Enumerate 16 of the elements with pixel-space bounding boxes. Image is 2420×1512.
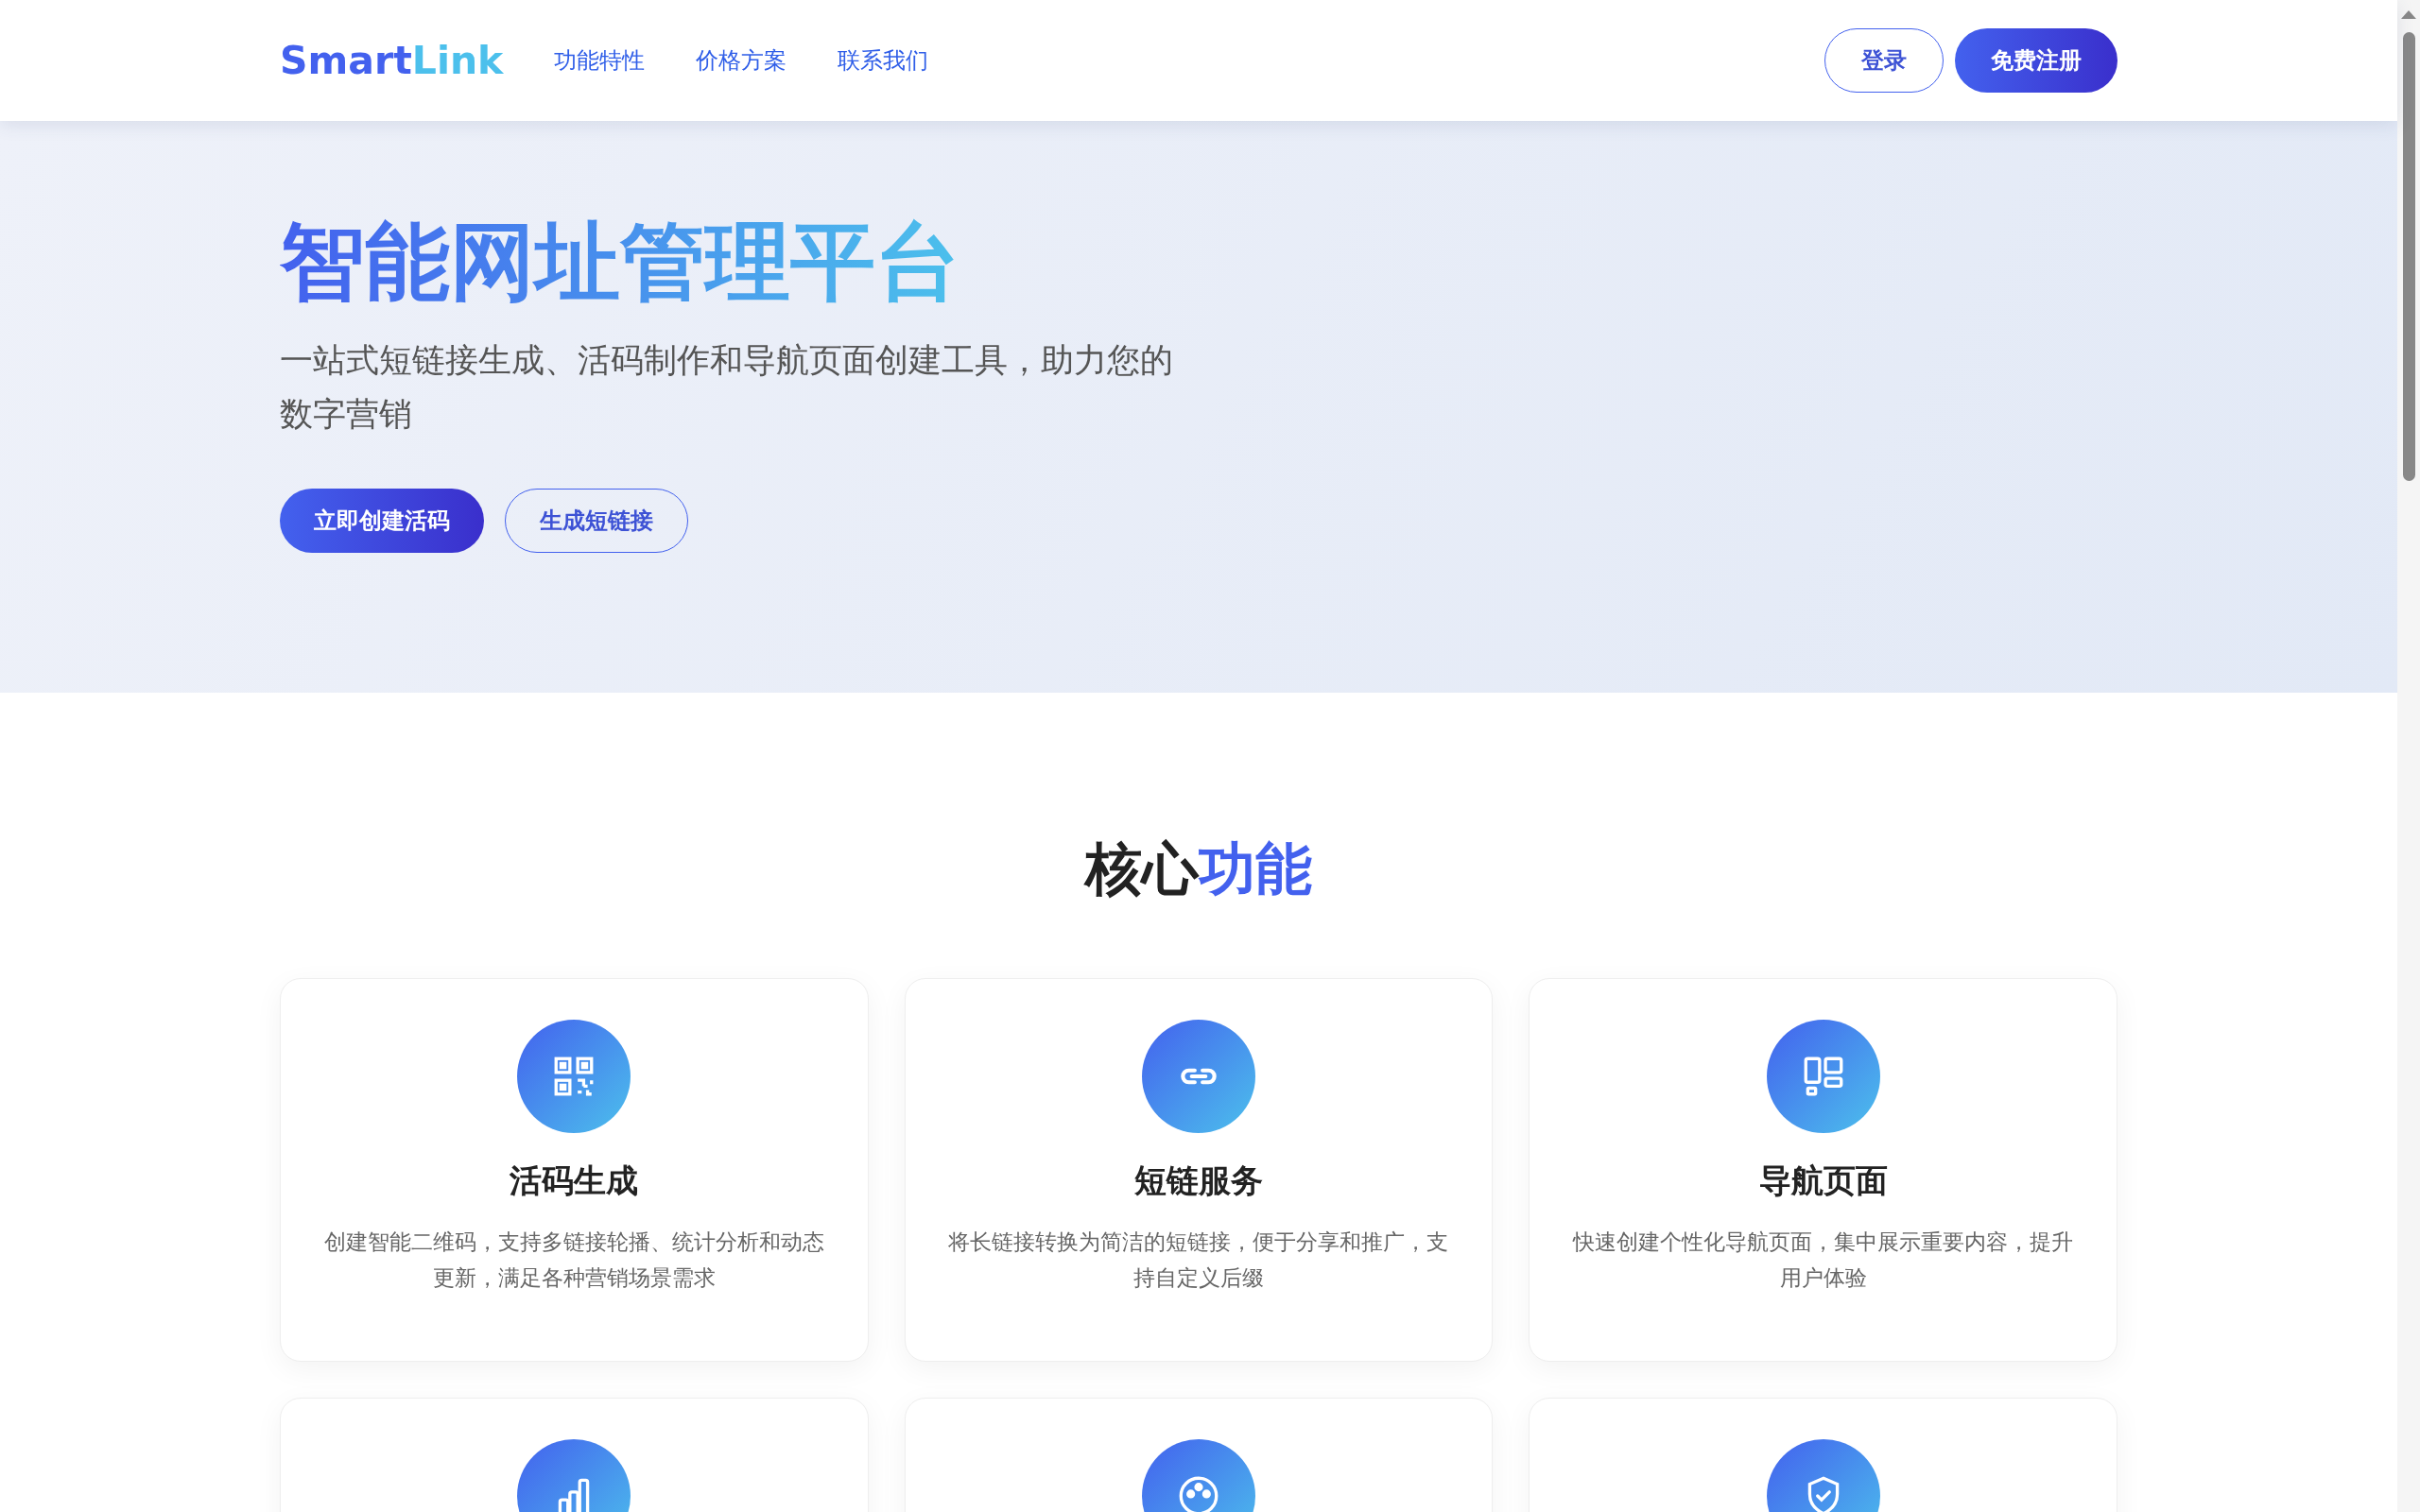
card-title: 导航页面 — [1758, 1160, 1888, 1201]
nav-link[interactable]: 价格方案 — [696, 45, 787, 76]
card-description: 将长链接转换为简洁的短链接，便于分享和推广，支持自定义后缀 — [947, 1228, 1450, 1292]
nav-link[interactable]: 联系我们 — [838, 45, 929, 76]
scrollbar[interactable] — [2397, 0, 2420, 1512]
card-description: 快速创建个性化导航页面，集中展示重要内容，提升用户体验 — [1571, 1228, 2075, 1292]
section-title: 核心功能 — [1082, 834, 1313, 902]
card-title: 短链服务 — [1134, 1160, 1263, 1201]
card-title: 活码生成 — [510, 1160, 639, 1201]
card-description: 创建智能二维码，支持多链接轮播、统计分析和动态更新，满足各种营销场景需求 — [322, 1228, 825, 1292]
login-button[interactable]: 登录 — [1824, 28, 1944, 93]
create-qr-button[interactable]: 立即创建活码 — [280, 489, 484, 553]
register-button[interactable]: 免费注册 — [1955, 28, 2118, 93]
logo[interactable]: SmartLink — [280, 38, 504, 83]
hero-subtitle: 一站式短链接生成、活码制作和导航页面创建工具，助力您的数字营销 — [280, 340, 1174, 435]
nav-link[interactable]: 功能特性 — [554, 45, 646, 76]
